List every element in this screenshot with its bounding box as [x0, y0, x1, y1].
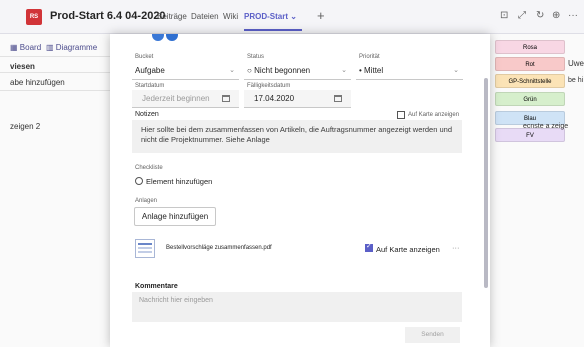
- active-tab-indicator: [244, 29, 302, 31]
- send-button[interactable]: Senden: [405, 327, 460, 343]
- add-attachment-button[interactable]: Anlage hinzufügen: [134, 207, 216, 226]
- assignee-name: Uwe: [568, 59, 584, 68]
- checklist-circle-icon: [135, 177, 143, 185]
- status-label: Status: [247, 54, 265, 60]
- label-gp-schnittstelle[interactable]: GP-Schnittstelle: [495, 74, 565, 88]
- attachment-show-on-card-label: Auf Karte anzeigen: [376, 245, 440, 254]
- bucket-label: Bucket: [135, 54, 154, 60]
- tab-dateien[interactable]: Dateien: [191, 12, 219, 21]
- due-date-value: 17.04.2020: [254, 94, 295, 103]
- label-gruen[interactable]: Grün: [495, 92, 565, 106]
- dialog-scrollbar[interactable]: [484, 78, 488, 288]
- view-charts[interactable]: ▥ Diagramme: [46, 43, 97, 52]
- globe-icon[interactable]: ⊕: [552, 10, 560, 21]
- notes-textarea[interactable]: Hier sollte bei dem zusammenfassen von A…: [132, 120, 462, 153]
- divider: [0, 56, 110, 57]
- divider: [0, 72, 110, 73]
- chevron-down-icon: ⌄: [341, 67, 347, 74]
- add-checklist-item[interactable]: Element hinzufügen: [146, 177, 212, 186]
- priority-dropdown[interactable]: • Mittel ⌄: [356, 62, 463, 80]
- show-completed-link[interactable]: zeigen 2: [10, 122, 40, 131]
- file-thumbnail-icon[interactable]: [135, 239, 155, 258]
- divider: [0, 90, 110, 91]
- status-circle-icon: ○: [247, 66, 252, 75]
- add-task-fragment: be hi: [568, 77, 584, 84]
- team-title: Prod-Start 6.4 04-2020: [50, 10, 166, 22]
- chevron-down-icon: ⌄: [453, 67, 459, 74]
- app-frame: RS Prod-Start 6.4 04-2020 Beiträge Datei…: [0, 0, 584, 347]
- refresh-icon[interactable]: ↻: [536, 10, 544, 21]
- comment-placeholder: Nachricht hier eingeben: [139, 297, 213, 304]
- tab-beitraege[interactable]: Beiträge: [157, 12, 187, 21]
- notes-show-on-card-checkbox[interactable]: [397, 111, 405, 119]
- calendar-icon[interactable]: [222, 95, 230, 102]
- tab-wiki[interactable]: Wiki: [223, 12, 238, 21]
- view-board[interactable]: ▦ Board: [10, 43, 41, 52]
- notes-show-on-card-label: Auf Karte anzeigen: [408, 112, 460, 118]
- show-completed-fragment: ecnste a zeige: [523, 123, 569, 130]
- calendar-icon[interactable]: [334, 95, 342, 102]
- comment-input[interactable]: Nachricht hier eingeben: [132, 292, 462, 322]
- attachment-more-icon[interactable]: ···: [452, 243, 460, 252]
- team-avatar-badge: RS: [26, 9, 42, 25]
- teams-header: RS Prod-Start 6.4 04-2020 Beiträge Datei…: [0, 0, 584, 34]
- priority-value: Mittel: [364, 66, 384, 75]
- due-date-label: Fälligkeitsdatum: [247, 83, 291, 89]
- notes-label: Notizen: [135, 111, 159, 118]
- assignee-avatar[interactable]: [152, 34, 164, 41]
- chart-icon: ▥: [46, 43, 54, 52]
- assignee-avatar[interactable]: [166, 34, 178, 41]
- start-date-placeholder: Jederzeit beginnen: [142, 94, 210, 103]
- label-fv[interactable]: FV: [495, 128, 565, 142]
- task-details-dialog: Bucket Aufgabe ⌄ Status ○ Nicht begonnen…: [110, 34, 490, 347]
- bucket-dropdown[interactable]: Aufgabe ⌄: [132, 62, 239, 80]
- attachment-link[interactable]: Bestellvorschläge zusammenfassen.pdf: [166, 245, 272, 251]
- checklist-label: Checkliste: [135, 165, 163, 171]
- status-dropdown[interactable]: ○ Nicht begonnen ⌄: [244, 62, 351, 80]
- add-tab-button[interactable]: +: [317, 8, 325, 23]
- bucket-value: Aufgabe: [135, 66, 165, 75]
- priority-dot-icon: •: [359, 66, 362, 75]
- popout-icon[interactable]: ⤢: [518, 10, 526, 21]
- label-rosa[interactable]: Rosa: [495, 40, 565, 54]
- planner-board-left: ▦ Board ▥ Diagramme viesen abe hinzufüge…: [0, 34, 110, 347]
- tab-prod-start[interactable]: PROD-Start ⌄: [244, 12, 297, 21]
- board-icon: ▦: [10, 43, 18, 52]
- priority-label: Priorität: [359, 54, 380, 60]
- chevron-down-icon: ⌄: [229, 67, 235, 74]
- bucket-column-header: viesen: [10, 62, 35, 71]
- comments-label: Kommentare: [135, 283, 178, 290]
- more-icon[interactable]: ···: [568, 10, 578, 21]
- attachment-show-on-card-checkbox[interactable]: [365, 242, 373, 252]
- add-task-link[interactable]: abe hinzufügen: [10, 78, 65, 87]
- start-date-label: Startdatum: [135, 83, 165, 89]
- label-picker: Rosa Rot GP-Schnittstelle Grün Blau FV U…: [490, 34, 584, 347]
- attachments-label: Anlagen: [135, 198, 158, 204]
- expand-icon[interactable]: ⊡: [500, 10, 508, 21]
- label-rot[interactable]: Rot: [495, 57, 565, 71]
- status-value: Nicht begonnen: [254, 66, 311, 75]
